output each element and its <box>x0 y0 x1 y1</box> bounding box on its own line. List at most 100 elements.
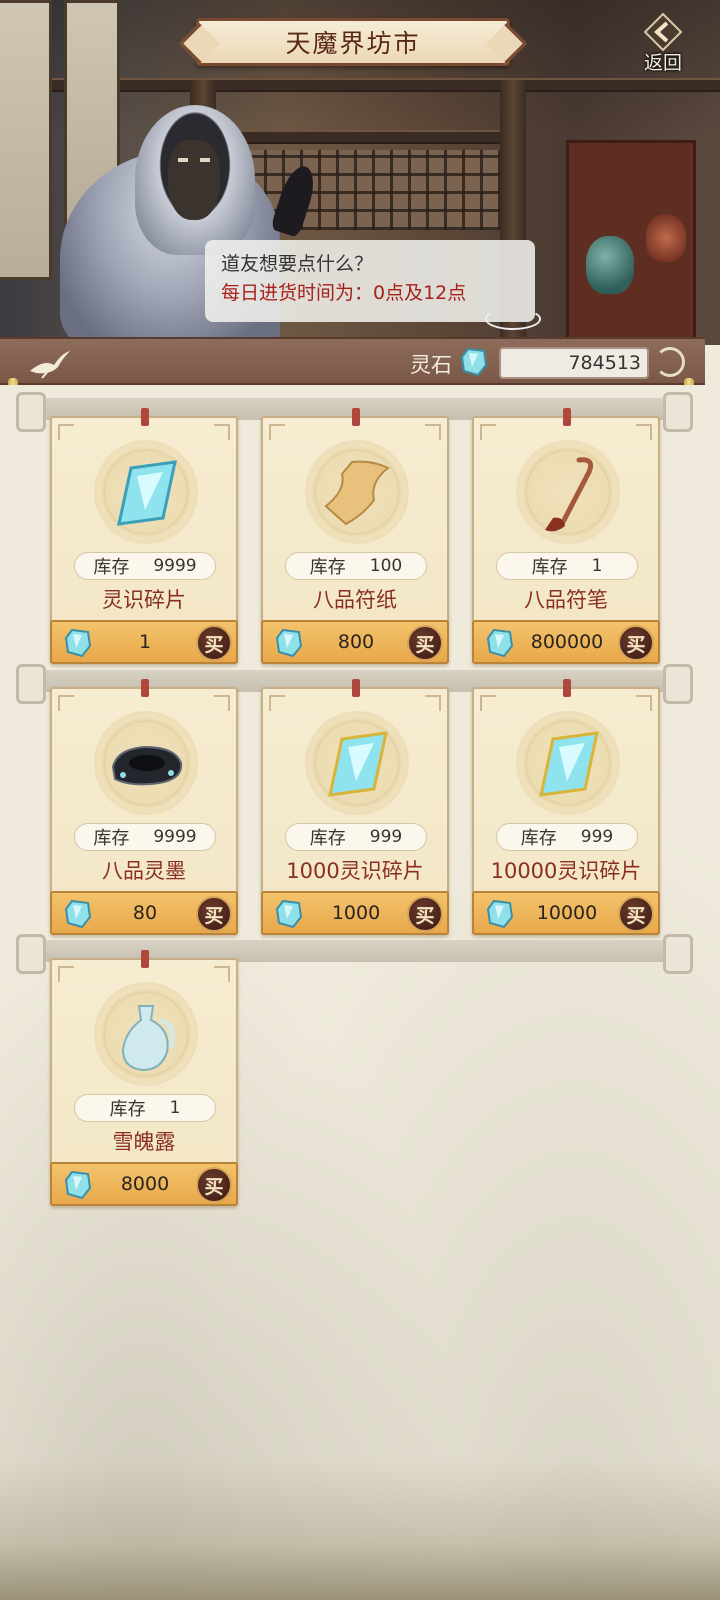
spirit-stone-icon <box>460 347 488 377</box>
card-hook <box>563 679 571 697</box>
npc-eye <box>200 158 210 162</box>
shop-item-card[interactable]: 库存 9999 灵识碎片 1 买 <box>50 408 238 664</box>
talisman-brush-icon <box>545 457 594 532</box>
title-banner: 天魔界坊市 <box>196 18 510 66</box>
buy-button[interactable]: 买 <box>196 896 232 932</box>
corner-ornament <box>425 424 441 440</box>
buy-button[interactable]: 买 <box>618 896 654 932</box>
shop-item-card[interactable]: 库存 9999 八品灵墨 80 买 <box>50 679 238 935</box>
back-label: 返回 <box>643 52 682 74</box>
stock-label: 库存 <box>531 557 568 578</box>
ink-stone-icon <box>111 745 183 786</box>
shop-item-card[interactable]: 库存 100 八品符纸 800 买 <box>261 408 449 664</box>
buy-button[interactable]: 买 <box>196 1167 232 1203</box>
buy-button[interactable]: 买 <box>618 625 654 661</box>
item-price: 1 <box>138 631 152 653</box>
item-price: 800 <box>337 631 375 653</box>
npc-face <box>168 140 220 220</box>
corner-ornament <box>269 695 285 711</box>
shop-item-card[interactable]: 库存 999 10000灵识碎片 10000 买 <box>472 679 660 935</box>
price-bar: 800 买 <box>261 620 449 664</box>
stock-label: 库存 <box>309 557 346 578</box>
page-title: 天魔界坊市 <box>285 29 421 58</box>
stock-value: 9999 <box>153 556 197 576</box>
item-name: 雪魄露 <box>112 1130 176 1154</box>
npc-scene: 天魔界坊市 返回 道友想要点什么？ 每日进货时间为：0点及12点 <box>0 0 720 345</box>
item-price: 10000 <box>536 902 598 924</box>
stock-indicator: 库存 100 <box>285 552 427 580</box>
item-price: 800000 <box>530 631 604 653</box>
curl-decoration <box>655 347 685 377</box>
stock-indicator: 库存 999 <box>496 823 638 851</box>
price-bar: 10000 买 <box>472 891 660 935</box>
item-price: 1000 <box>331 902 381 924</box>
corner-ornament <box>58 695 74 711</box>
npc-eye <box>178 158 188 162</box>
card-hook <box>352 408 360 426</box>
item-name: 八品符笔 <box>524 588 608 612</box>
stock-label: 库存 <box>93 557 130 578</box>
corner-ornament <box>214 424 230 440</box>
corner-ornament <box>58 966 74 982</box>
crystal-shard-icon <box>328 731 388 797</box>
corner-ornament <box>269 424 285 440</box>
spirit-stone-icon <box>64 899 92 929</box>
spirit-stone-icon <box>275 628 303 658</box>
buy-button[interactable]: 买 <box>407 896 443 932</box>
item-name: 灵识碎片 <box>102 588 186 612</box>
currency-amount: 784513 <box>499 347 649 379</box>
stock-indicator: 库存 9999 <box>74 552 216 580</box>
stock-indicator: 库存 9999 <box>74 823 216 851</box>
vase-decoration <box>586 236 634 294</box>
stock-label: 库存 <box>309 828 346 849</box>
buy-button[interactable]: 买 <box>407 625 443 661</box>
crane-icon <box>30 351 70 379</box>
back-button[interactable]: 返回 <box>628 8 698 82</box>
stock-value: 9999 <box>153 827 197 847</box>
stock-indicator: 库存 999 <box>285 823 427 851</box>
restock-notice: 每日进货时间为：0点及12点 <box>221 282 467 304</box>
npc-speech-bubble: 道友想要点什么？ 每日进货时间为：0点及12点 <box>205 240 541 330</box>
stock-label: 库存 <box>520 828 557 849</box>
stock-value: 999 <box>580 827 614 847</box>
currency-label: 灵石 <box>410 353 452 377</box>
item-price: 8000 <box>120 1173 170 1195</box>
shop-item-card[interactable]: 库存 1 雪魄露 8000 买 <box>50 950 238 1206</box>
plate-decoration <box>646 214 686 262</box>
corner-ornament <box>425 695 441 711</box>
stock-value: 100 <box>369 556 403 576</box>
spirit-stone-icon <box>486 899 514 929</box>
corner-ornament <box>480 695 496 711</box>
back-arrow-icon <box>643 12 683 52</box>
corner-ornament <box>636 424 652 440</box>
stock-label: 库存 <box>109 1099 146 1120</box>
stock-value: 1 <box>591 556 603 576</box>
spirit-stone-icon <box>64 1170 92 1200</box>
stock-label: 库存 <box>93 828 130 849</box>
card-hook <box>141 679 149 697</box>
buy-button[interactable]: 买 <box>196 625 232 661</box>
card-hook <box>352 679 360 697</box>
item-name: 1000灵识碎片 <box>286 859 424 883</box>
stock-value: 1 <box>169 1098 181 1118</box>
stock-value: 999 <box>369 827 403 847</box>
shop-item-card[interactable]: 库存 999 1000灵识碎片 1000 买 <box>261 679 449 935</box>
price-bar: 1 买 <box>50 620 238 664</box>
mist-decoration <box>0 1460 720 1600</box>
spirit-stone-icon <box>64 628 92 658</box>
currency-bar: 灵石 784513 <box>0 337 705 385</box>
shop-item-card[interactable]: 库存 1 八品符笔 800000 买 <box>472 408 660 664</box>
price-bar: 800000 买 <box>472 620 660 664</box>
price-bar: 80 买 <box>50 891 238 935</box>
corner-ornament <box>214 966 230 982</box>
card-hook <box>141 950 149 968</box>
cloud-swirl-decoration <box>485 308 541 330</box>
corner-ornament <box>58 424 74 440</box>
spirit-stone-icon <box>486 628 514 658</box>
stock-indicator: 库存 1 <box>74 1094 216 1122</box>
spirit-stone-icon <box>275 899 303 929</box>
talisman-paper-icon <box>324 460 390 526</box>
jade-flask-icon <box>121 1005 175 1072</box>
hanging-scroll <box>0 0 52 280</box>
stock-indicator: 库存 1 <box>496 552 638 580</box>
